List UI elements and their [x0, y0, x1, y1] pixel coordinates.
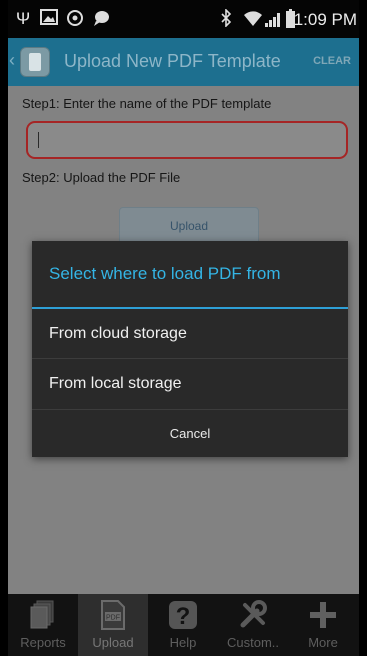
step1-label: Step1: Enter the name of the PDF templat… — [22, 96, 272, 111]
cancel-button[interactable]: Cancel — [32, 410, 348, 457]
bottom-navigation: Reports PDF Upload ? Help Custom.. More — [8, 594, 359, 656]
text-caret — [38, 132, 39, 148]
tools-icon — [237, 599, 269, 636]
tab-help[interactable]: ? Help — [148, 594, 218, 656]
option-cloud-storage[interactable]: From cloud storage — [32, 309, 348, 358]
back-chevron-icon[interactable]: ‹ — [9, 50, 15, 71]
template-name-input[interactable] — [26, 121, 348, 159]
status-bar: Ψ 1:09 PM — [8, 0, 359, 38]
upload-button[interactable]: Upload — [119, 207, 259, 245]
tab-label: Upload — [92, 635, 134, 650]
tab-label: More — [308, 635, 338, 650]
tab-label: Custom.. — [226, 635, 279, 650]
tab-label: Help — [169, 635, 197, 650]
tab-customize[interactable]: Custom.. — [218, 594, 288, 656]
tab-label: Reports — [20, 635, 66, 650]
wifi-icon — [243, 9, 263, 32]
reports-icon — [28, 599, 58, 636]
tab-more[interactable]: More — [288, 594, 358, 656]
tab-upload[interactable]: PDF Upload — [78, 594, 148, 656]
load-source-dialog: Select where to load PDF from From cloud… — [32, 241, 348, 457]
action-bar: ‹ Upload New PDF Template CLEAR — [8, 38, 359, 86]
tab-reports[interactable]: Reports — [8, 594, 78, 656]
usb-icon: Ψ — [16, 9, 31, 28]
signal-icon — [265, 13, 283, 27]
bluetooth-icon — [220, 8, 232, 32]
svg-text:?: ? — [176, 603, 191, 630]
step2-label: Step2: Upload the PDF File — [22, 170, 181, 185]
dialog-title: Select where to load PDF from — [49, 264, 281, 283]
help-icon: ? — [167, 599, 199, 636]
data-sync-icon — [66, 9, 84, 32]
plus-icon — [308, 599, 338, 636]
page-title: Upload New PDF Template — [64, 51, 281, 71]
option-local-storage[interactable]: From local storage — [32, 359, 348, 408]
svg-text:PDF: PDF — [106, 615, 120, 622]
app-screen: Ψ 1:09 PM ‹ Upload New PDF Template CLEA… — [8, 0, 359, 656]
chat-icon — [92, 9, 110, 32]
image-icon — [40, 9, 58, 30]
clock-time: 1:09 PM — [293, 10, 357, 29]
clear-button[interactable]: CLEAR — [313, 55, 351, 67]
pdf-upload-icon: PDF — [99, 599, 127, 636]
app-logo-icon[interactable] — [20, 47, 50, 77]
